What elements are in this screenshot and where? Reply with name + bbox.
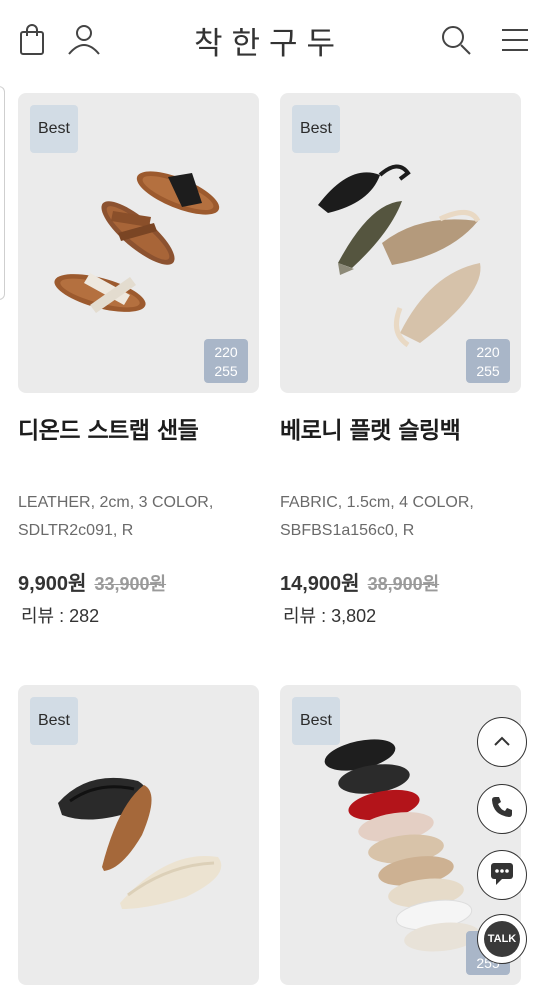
price-row: 14,900원 38,900원	[280, 567, 521, 596]
phone-icon	[489, 794, 515, 824]
best-badge: Best	[30, 105, 78, 153]
chat-button[interactable]	[477, 850, 527, 900]
product-card[interactable]: Best 220 255 디온드 스트랩 샌들 LEATHER, 2cm, 3 …	[18, 93, 259, 628]
review-count: 리뷰 : 3,802	[283, 606, 377, 626]
talk-label: TALK	[487, 933, 517, 945]
header: 착한구두	[0, 0, 538, 80]
product-card[interactable]: Best 220 255 베로니 플랫 슬링백 FABRIC, 1.5cm, 4…	[280, 93, 521, 628]
call-button[interactable]	[477, 784, 527, 834]
best-badge: Best	[292, 697, 340, 745]
menu-icon[interactable]	[497, 20, 533, 60]
product-desc: FABRIC, 1.5cm, 4 COLOR, SBFBS1a156c0, R	[280, 489, 521, 545]
product-image[interactable]: Best 220 255	[280, 93, 521, 393]
product-name[interactable]: 디온드 스트랩 샌들	[18, 411, 259, 451]
scroll-top-button[interactable]	[477, 717, 527, 767]
price-row: 9,900원 33,900원	[18, 567, 259, 596]
original-price: 38,900원	[367, 574, 440, 594]
side-drawer-handle[interactable]	[0, 86, 5, 300]
chevron-up-icon	[492, 733, 512, 752]
size-range-badge: 220 255	[466, 339, 510, 383]
chat-icon	[488, 860, 516, 890]
review-count: 리뷰 : 282	[21, 606, 100, 626]
sale-price: 14,900원	[280, 573, 360, 595]
size-max: 255	[476, 363, 500, 379]
kakao-talk-button[interactable]: TALK	[477, 914, 527, 964]
product-code: SBFBS1a156c0, R	[280, 522, 415, 539]
product-spec: LEATHER, 2cm, 3 COLOR,	[18, 494, 214, 511]
product-image[interactable]: Best 220 255	[18, 93, 259, 393]
size-min: 220	[214, 344, 238, 360]
sale-price: 9,900원	[18, 573, 87, 595]
product-image[interactable]: Best	[18, 685, 259, 985]
product-code: SDLTR2c091, R	[18, 522, 134, 539]
best-badge: Best	[30, 697, 78, 745]
talk-bubble-icon: TALK	[484, 921, 520, 957]
size-max: 255	[214, 363, 238, 379]
product-card[interactable]: Best	[18, 685, 259, 985]
original-price: 33,900원	[94, 574, 167, 594]
size-range-badge: 220 255	[204, 339, 248, 383]
size-min: 220	[476, 344, 500, 360]
best-badge: Best	[292, 105, 340, 153]
product-spec: FABRIC, 1.5cm, 4 COLOR,	[280, 494, 474, 511]
search-icon[interactable]	[438, 20, 474, 60]
product-name[interactable]: 베로니 플랫 슬링백	[280, 411, 521, 451]
product-desc: LEATHER, 2cm, 3 COLOR, SDLTR2c091, R	[18, 489, 259, 545]
